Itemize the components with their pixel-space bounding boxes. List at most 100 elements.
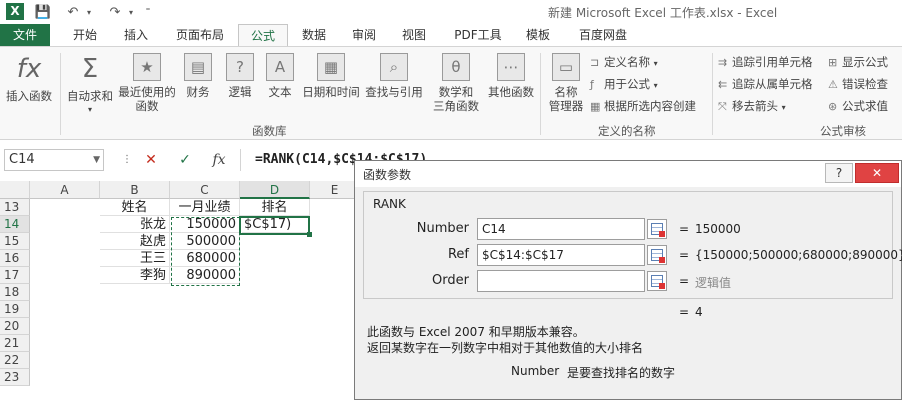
chevron-down-icon: ▾ <box>781 103 786 112</box>
help-button[interactable]: ? <box>825 163 853 183</box>
name-cell[interactable]: 赵虎 <box>100 233 170 250</box>
lookup-button[interactable]: ⌕ 查找与引用 <box>364 51 424 99</box>
tag-icon: ⊐ <box>590 56 600 69</box>
define-name-button[interactable]: ⊐ 定义名称 ▾ <box>590 52 658 72</box>
trace-dependents-button[interactable]: ⇇ 追踪从属单元格 <box>718 74 813 94</box>
grid-icon: ▦ <box>590 100 601 113</box>
trace-precedents-button[interactable]: ⇉ 追踪引用单元格 <box>718 52 813 72</box>
row-header[interactable]: 13 <box>0 199 30 216</box>
datetime-button[interactable]: ▦ 日期和时间 <box>300 51 362 99</box>
math-trig-button[interactable]: θ 数学和 三角函数 <box>428 51 484 113</box>
remove-arrows-button[interactable]: ⤧ 移去箭头 ▾ <box>718 96 786 116</box>
chevron-down-icon[interactable]: ▼ <box>93 150 100 170</box>
logical-label: 逻辑 <box>228 85 252 99</box>
order-input[interactable] <box>477 270 645 292</box>
redo-icon[interactable]: ↷ <box>104 3 126 21</box>
name-box-value: C14 <box>9 152 35 167</box>
arg-label-order: Order <box>432 273 469 288</box>
argument-help-text: 是要查找排名的数字 <box>567 366 676 380</box>
enter-button[interactable]: ✓ <box>174 150 196 170</box>
more-functions-button[interactable]: ⋯ 其他函数 <box>484 51 538 99</box>
name-cell[interactable]: 李狗 <box>100 267 170 284</box>
insert-function-fx-icon[interactable]: fx <box>208 150 230 170</box>
tab-pdf-tools[interactable]: PDF工具 <box>448 24 508 46</box>
error-checking-button[interactable]: ⚠ 错误检查 <box>828 74 888 94</box>
use-in-formula-button[interactable]: ƒ 用于公式 ▾ <box>590 74 658 94</box>
trace-precedents-icon: ⇉ <box>718 56 728 69</box>
name-manager-button[interactable]: ▭ 名称 管理器 <box>544 51 588 113</box>
row-header[interactable]: 20 <box>0 318 30 335</box>
row-header[interactable]: 19 <box>0 301 30 318</box>
logical-button[interactable]: ? 逻辑 <box>222 51 258 99</box>
define-name-label: 定义名称 <box>604 55 650 69</box>
dialog-title: 函数参数 <box>363 168 412 182</box>
recent-functions-button[interactable]: ★ 最近使用的 函数 <box>116 51 178 113</box>
financial-label: 财务 <box>186 85 210 99</box>
remove-arrows-label: 移去箭头 <box>732 99 778 113</box>
tab-review[interactable]: 审阅 <box>342 24 386 46</box>
tab-templates[interactable]: 模板 <box>516 24 560 46</box>
cancel-button[interactable]: ✕ <box>140 150 162 170</box>
customize-toolbar-icon[interactable]: ⁼ <box>142 3 154 21</box>
tab-view[interactable]: 视图 <box>392 24 436 46</box>
math-label-1: 数学和 <box>438 85 474 99</box>
number-result: 150000 <box>695 222 741 236</box>
name-cell[interactable]: 王三 <box>100 250 170 267</box>
tab-data[interactable]: 数据 <box>292 24 336 46</box>
row-header[interactable]: 22 <box>0 352 30 369</box>
save-icon[interactable]: 💾 <box>34 3 52 21</box>
row-header[interactable]: 18 <box>0 284 30 301</box>
text-button[interactable]: A 文本 <box>262 51 298 99</box>
column-header[interactable]: C <box>170 181 240 199</box>
number-input[interactable]: C14 <box>477 218 645 240</box>
column-header[interactable]: B <box>100 181 170 199</box>
name-box[interactable]: C14 ▼ <box>4 149 104 171</box>
ref-input[interactable]: $C$14:$C$17 <box>477 244 645 266</box>
collapse-dialog-icon[interactable] <box>647 271 667 291</box>
tab-page-layout[interactable]: 页面布局 <box>170 24 230 46</box>
row-header[interactable]: 23 <box>0 369 30 386</box>
redo-dropdown-icon[interactable]: ▾ <box>126 3 136 21</box>
column-header[interactable]: A <box>30 181 100 199</box>
row-header[interactable]: 17 <box>0 267 30 284</box>
row-header[interactable]: 21 <box>0 335 30 352</box>
show-formulas-button[interactable]: ⊞ 显示公式 <box>828 52 888 72</box>
argument-help-name: Number <box>511 364 560 378</box>
column-header[interactable]: E <box>310 181 360 199</box>
dialog-title-bar[interactable]: 函数参数 ? ✕ <box>355 161 901 187</box>
row-header[interactable]: 16 <box>0 250 30 267</box>
evaluate-formula-label: 公式求值 <box>842 99 888 113</box>
function-library-group-label: 函数库 <box>252 124 287 138</box>
create-from-selection-button[interactable]: ▦ 根据所选内容创建 <box>590 96 696 116</box>
tab-home[interactable]: 开始 <box>60 24 110 46</box>
select-all-corner[interactable] <box>0 181 30 199</box>
show-formulas-icon: ⊞ <box>828 56 838 69</box>
row-header[interactable]: 15 <box>0 233 30 250</box>
collapse-dialog-icon[interactable] <box>647 245 667 265</box>
insert-function-button[interactable]: fx 插入函数 <box>2 51 56 103</box>
name-cell[interactable]: 张龙 <box>100 216 170 233</box>
function-name: RANK <box>373 197 406 211</box>
evaluate-icon: ⊛ <box>828 100 838 113</box>
tab-file[interactable]: 文件 <box>0 24 50 46</box>
equals-sign: = <box>679 305 690 319</box>
close-button[interactable]: ✕ <box>855 163 899 183</box>
evaluate-formula-button[interactable]: ⊛ 公式求值 <box>828 96 888 116</box>
chevron-down-icon: ▾ <box>87 105 92 114</box>
header-cell-rank[interactable]: 排名 <box>240 199 310 216</box>
undo-dropdown-icon[interactable]: ▾ <box>84 3 94 21</box>
header-cell-name[interactable]: 姓名 <box>100 199 170 216</box>
fill-handle[interactable] <box>307 232 312 237</box>
tab-baidu-netdisk[interactable]: 百度网盘 <box>570 24 636 46</box>
column-header[interactable]: D <box>240 181 310 199</box>
undo-icon[interactable]: ↶ <box>62 3 84 21</box>
collapse-dialog-icon[interactable] <box>647 219 667 239</box>
tab-insert[interactable]: 插入 <box>114 24 158 46</box>
autosum-button[interactable]: Σ 自动求和 ▾ <box>62 51 118 117</box>
financial-button[interactable]: ▤ 财务 <box>180 51 216 99</box>
title-bar: X 💾 ↶ ▾ ↷ ▾ ⁼ 新建 Microsoft Excel 工作表.xls… <box>0 0 902 24</box>
header-cell-sales[interactable]: 一月业绩 <box>170 199 240 216</box>
row-header[interactable]: 14 <box>0 216 30 233</box>
tab-formulas[interactable]: 公式 <box>238 24 288 46</box>
insert-function-label: 插入函数 <box>6 89 52 103</box>
